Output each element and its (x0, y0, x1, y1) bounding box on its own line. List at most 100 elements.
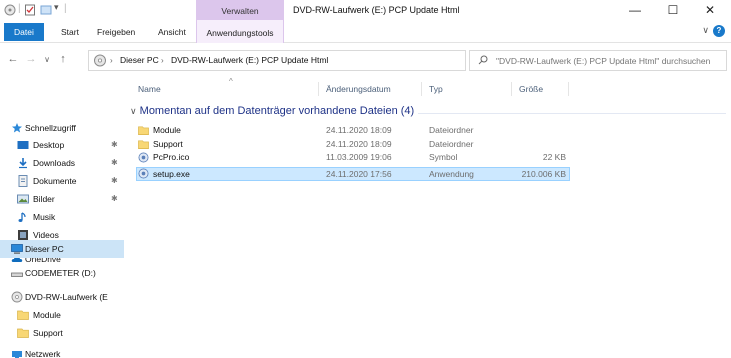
nav-label: Dokumente (33, 176, 77, 186)
nav-label: Dieser PC (25, 244, 64, 254)
file-name: PcPro.ico (153, 152, 190, 162)
column-header-size[interactable]: Größe (519, 84, 543, 94)
ico-file-icon (138, 152, 149, 163)
pictures-icon (17, 194, 29, 204)
expand-ribbon-icon[interactable]: ∨ (702, 25, 709, 36)
breadcrumb-current-folder[interactable]: DVD-RW-Laufwerk (E:) PCP Update Html (171, 51, 328, 70)
context-tab-group-label: Verwalten (196, 0, 284, 20)
search-icon (478, 55, 488, 65)
group-title: Momentan auf dem Datenträger vorhandene … (139, 105, 415, 117)
column-divider[interactable] (421, 82, 422, 96)
column-header-type[interactable]: Typ (429, 84, 443, 94)
computer-icon (11, 244, 23, 254)
nav-item-desktop[interactable]: Desktop ✱ (0, 136, 124, 154)
window-title: DVD-RW-Laufwerk (E:) PCP Update Html (293, 5, 460, 15)
file-date: 24.11.2020 17:56 (326, 169, 392, 179)
group-divider (418, 113, 726, 114)
column-header-name[interactable]: Name (138, 84, 161, 94)
drive-icon (11, 272, 23, 277)
search-box[interactable] (469, 50, 727, 71)
network-icon (12, 351, 22, 358)
address-bar[interactable]: › Dieser PC › DVD-RW-Laufwerk (E:) PCP U… (88, 50, 543, 71)
pin-icon[interactable]: ✱ (111, 136, 118, 154)
file-type: Anwendung (429, 169, 474, 179)
breadcrumb-separator-icon[interactable]: › (161, 51, 164, 70)
star-icon (12, 123, 22, 133)
download-icon (19, 158, 27, 169)
file-type: Dateiordner (429, 139, 474, 149)
nav-item-dokumente[interactable]: Dokumente ✱ (0, 172, 124, 190)
folder-icon (138, 140, 149, 149)
search-input[interactable] (496, 51, 726, 70)
file-name: Support (153, 139, 183, 149)
new-folder-icon[interactable] (40, 4, 52, 16)
nav-item-support[interactable]: Support (0, 324, 124, 342)
nav-label: Downloads (33, 158, 76, 168)
folder-icon (17, 310, 29, 320)
nav-label: Schnellzugriff (25, 123, 76, 133)
group-header[interactable]: ∨ Momentan auf dem Datenträger vorhanden… (130, 105, 414, 117)
nav-label: Musik (33, 212, 56, 222)
nav-label: Bilder (33, 194, 55, 204)
file-row-pcpro-ico[interactable]: PcPro.ico 11.03.2009 19:06 Symbol 22 KB (136, 151, 570, 164)
folder-icon (138, 126, 149, 135)
minimize-button[interactable]: — (617, 0, 653, 20)
nav-item-module[interactable]: Module (0, 306, 124, 324)
file-date: 24.11.2020 18:09 (326, 125, 392, 135)
file-type: Symbol (429, 152, 458, 162)
pin-icon[interactable]: ✱ (111, 154, 118, 172)
explorer-app-icon[interactable] (4, 4, 16, 16)
file-row-module[interactable]: Module 24.11.2020 18:09 Dateiordner (136, 124, 570, 137)
column-header-date[interactable]: Änderungsdatum (326, 84, 391, 94)
nav-label: Module (33, 310, 61, 320)
nav-item-dieser-pc-row[interactable]: Dieser PC (0, 240, 124, 258)
up-arrow-icon[interactable]: ↑ (56, 53, 70, 65)
breadcrumb-dieser-pc[interactable]: Dieser PC (120, 51, 159, 70)
help-icon[interactable]: ? (713, 25, 725, 37)
nav-item-musik[interactable]: Musik (0, 208, 124, 226)
nav-item-schnellzugriff[interactable]: Schnellzugriff (0, 119, 124, 137)
breadcrumb-separator-icon[interactable]: › (110, 51, 113, 70)
exe-file-icon (138, 168, 149, 179)
file-row-support[interactable]: Support 24.11.2020 18:09 Dateiordner (136, 138, 570, 151)
tab-freigeben[interactable]: Freigeben (91, 23, 141, 41)
tab-anwendungstools[interactable]: Anwendungstools (196, 20, 284, 43)
tab-ansicht[interactable]: Ansicht (152, 23, 192, 41)
recent-locations-chevron-icon[interactable]: ∨ (40, 55, 54, 64)
file-type: Dateiordner (429, 125, 474, 135)
pin-icon[interactable]: ✱ (111, 190, 118, 208)
back-arrow-icon[interactable]: ← (6, 53, 20, 65)
column-divider[interactable] (568, 82, 569, 96)
ribbon-tabs: Datei Start Freigeben Ansicht Anwendungs… (0, 20, 731, 43)
maximize-button[interactable]: ☐ (655, 0, 691, 20)
tab-datei[interactable]: Datei (4, 23, 44, 41)
properties-icon[interactable] (24, 4, 36, 16)
file-date: 24.11.2020 18:09 (326, 139, 392, 149)
forward-arrow-icon[interactable]: → (24, 53, 38, 65)
group-collapse-chevron-icon[interactable]: ∨ (130, 106, 137, 116)
pin-icon[interactable]: ✱ (111, 172, 118, 190)
column-divider[interactable] (318, 82, 319, 96)
nav-label: DVD-RW-Laufwerk (E (25, 292, 108, 302)
folder-icon (17, 328, 29, 338)
file-size: 22 KB (542, 152, 566, 162)
nav-item-codemeter[interactable]: CODEMETER (D:) (0, 264, 124, 282)
customize-quick-access-icon[interactable]: ▾ (54, 2, 59, 13)
toolbar-divider: | (18, 3, 21, 14)
file-date: 11.03.2009 19:06 (326, 152, 392, 162)
nav-item-dvd-drive[interactable]: DVD-RW-Laufwerk (E (0, 288, 124, 306)
music-icon (18, 212, 26, 222)
nav-item-bilder[interactable]: Bilder ✱ (0, 190, 124, 208)
tab-start[interactable]: Start (55, 23, 85, 41)
nav-item-netzwerk[interactable]: Netzwerk (0, 345, 124, 358)
column-divider[interactable] (511, 82, 512, 96)
file-name: setup.exe (153, 169, 190, 179)
file-row-setup-exe[interactable]: setup.exe 24.11.2020 17:56 Anwendung 210… (136, 167, 570, 181)
navigation-pane: Schnellzugriff Desktop ✱ Downloads ✱ Dok… (0, 76, 124, 358)
file-list-pane: ^ Name Änderungsdatum Typ Größe ∨ Moment… (124, 76, 731, 358)
document-icon (18, 175, 28, 187)
sort-ascending-icon: ^ (229, 77, 233, 86)
close-button[interactable]: ✕ (692, 0, 728, 20)
nav-item-downloads[interactable]: Downloads ✱ (0, 154, 124, 172)
toolbar-divider: | (64, 3, 67, 14)
